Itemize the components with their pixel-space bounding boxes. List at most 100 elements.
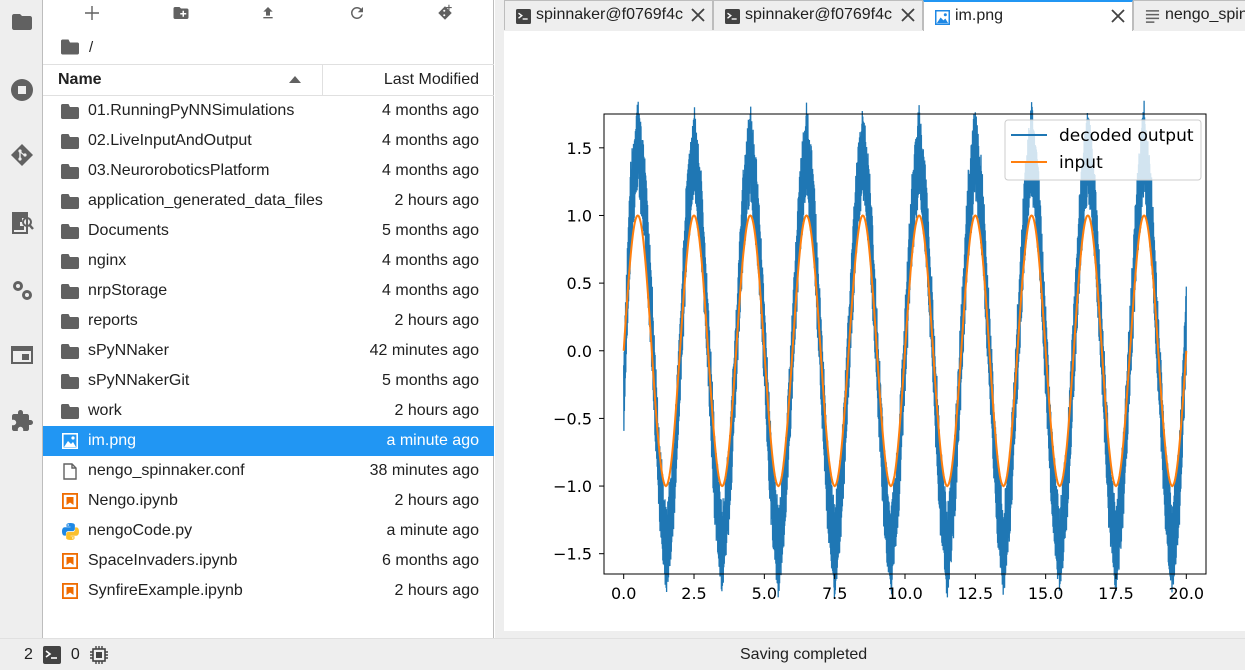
breadcrumb-path[interactable]: / xyxy=(89,39,93,56)
list-item[interactable]: im.png a minute ago xyxy=(43,426,494,456)
list-item[interactable]: sPyNNakerGit 5 months ago xyxy=(43,366,494,396)
settings-icon[interactable] xyxy=(9,277,35,303)
file-name: 03.NeuroroboticsPlatform xyxy=(88,162,270,179)
terminal-count[interactable]: 0 xyxy=(71,646,80,664)
breadcrumb: / xyxy=(61,36,93,58)
jupyterlab-window: / Name Last Modified 01.RunningPyNNSimul… xyxy=(0,0,1245,670)
status-message: Saving completed xyxy=(740,646,868,663)
folder-icon xyxy=(61,132,79,150)
file-name: im.png xyxy=(88,432,137,449)
kernel-count[interactable]: 2 xyxy=(24,646,33,664)
tab-3[interactable]: im.png xyxy=(923,0,1133,31)
property-inspector-icon[interactable] xyxy=(9,210,35,236)
refresh-button[interactable] xyxy=(346,3,368,23)
list-item[interactable]: nengo_spinnaker.conf 38 minutes ago xyxy=(43,456,494,486)
list-item[interactable]: 03.NeuroroboticsPlatform 4 months ago xyxy=(43,156,494,186)
list-item[interactable]: Documents 5 months ago xyxy=(43,216,494,246)
file-list: 01.RunningPyNNSimulations 4 months ago 02.… xyxy=(43,96,494,606)
git-clone-button[interactable] xyxy=(434,3,456,23)
terminal-icon[interactable] xyxy=(42,646,61,664)
sort-ascending-icon xyxy=(289,76,301,83)
list-item[interactable]: nengoCode.py a minute ago xyxy=(43,516,494,546)
last-modified-column-header[interactable]: Last Modified xyxy=(384,65,479,95)
x-tick-label: 5.0 xyxy=(752,584,777,603)
list-item[interactable]: nrpStorage 4 months ago xyxy=(43,276,494,306)
folder-icon xyxy=(61,252,79,270)
y-tick-label: −1.5 xyxy=(553,545,592,564)
file-list-header: Name Last Modified xyxy=(43,64,494,96)
stop-circle-icon[interactable] xyxy=(9,77,35,103)
file-name: nrpStorage xyxy=(88,282,168,299)
x-tick-label: 2.5 xyxy=(681,584,706,603)
file-modified: 4 months ago xyxy=(382,102,479,119)
list-item[interactable]: nginx 4 months ago xyxy=(43,246,494,276)
file-modified: 2 hours ago xyxy=(394,312,479,329)
list-item[interactable]: Nengo.ipynb 2 hours ago xyxy=(43,486,494,516)
folder-icon xyxy=(61,402,79,420)
file-icon xyxy=(61,462,79,480)
list-item[interactable]: SpaceInvaders.ipynb 6 months ago xyxy=(43,546,494,576)
new-folder-button[interactable] xyxy=(170,3,192,23)
folder-icon[interactable] xyxy=(9,9,35,35)
tab-label: im.png xyxy=(955,7,1004,24)
status-bar: 2 0 Saving completed xyxy=(0,638,1245,670)
plot-image: 0.0 2.5 5.0 7.5 10.0 12.5 15.0 17.5 20.0 −1.5 −1.0… xyxy=(553,100,1207,603)
tab-label: nengo_spinnaker.conf xyxy=(1165,6,1245,23)
x-tick-label: 12.5 xyxy=(958,584,994,603)
close-icon[interactable] xyxy=(1110,8,1126,24)
name-column-header[interactable]: Name xyxy=(43,65,323,95)
file-name: application_generated_data_files xyxy=(88,192,323,209)
folder-icon xyxy=(61,192,79,210)
new-folder-icon xyxy=(173,7,189,19)
close-icon[interactable] xyxy=(900,7,916,23)
name-column-label: Name xyxy=(58,71,102,88)
file-name: sPyNNakerGit xyxy=(88,372,190,389)
notebook-icon xyxy=(61,582,79,600)
list-item[interactable]: SynfireExample.ipynb 2 hours ago xyxy=(43,576,494,606)
x-tick-label: 0.0 xyxy=(611,584,636,603)
upload-button[interactable] xyxy=(257,3,279,23)
file-browser-panel: / Name Last Modified 01.RunningPyNNSimul… xyxy=(43,0,494,638)
activity-bar xyxy=(0,0,43,638)
tab-4[interactable]: nengo_spinnaker.conf xyxy=(1133,0,1245,30)
file-name: nginx xyxy=(88,252,127,269)
terminal-icon xyxy=(724,8,740,24)
folder-icon xyxy=(61,312,79,330)
folder-icon[interactable] xyxy=(61,39,79,55)
file-modified: 2 hours ago xyxy=(394,582,479,599)
file-modified: 5 months ago xyxy=(382,372,479,389)
list-item[interactable]: 01.RunningPyNNSimulations 4 months ago xyxy=(43,96,494,126)
folder-icon xyxy=(61,162,79,180)
file-browser-toolbar xyxy=(43,0,494,28)
memory-chip-icon[interactable] xyxy=(89,646,108,664)
list-item[interactable]: 02.LiveInputAndOutput 4 months ago xyxy=(43,126,494,156)
file-modified: 2 hours ago xyxy=(394,192,479,209)
image-viewer: 0.0 2.5 5.0 7.5 10.0 12.5 15.0 17.5 20.0 −1.5 −1.0… xyxy=(504,31,1245,631)
tab-2[interactable]: spinnaker@f0769f4c xyxy=(713,0,923,30)
list-item[interactable]: reports 2 hours ago xyxy=(43,306,494,336)
y-tick-label: 0.5 xyxy=(567,274,592,293)
tab-1[interactable]: spinnaker@f0769f4c xyxy=(504,0,713,30)
file-modified: 4 months ago xyxy=(382,162,479,179)
image-icon xyxy=(61,432,79,450)
list-item[interactable]: application_generated_data_files 2 hours … xyxy=(43,186,494,216)
extension-icon[interactable] xyxy=(9,408,35,434)
plus-icon xyxy=(85,6,99,20)
y-tick-label: 1.0 xyxy=(567,206,592,225)
tab-label: spinnaker@f0769f4c xyxy=(745,6,892,23)
file-modified: 38 minutes ago xyxy=(369,462,479,479)
list-item[interactable]: sPyNNaker 42 minutes ago xyxy=(43,336,494,366)
tabs-icon[interactable] xyxy=(9,342,35,368)
file-name: Documents xyxy=(88,222,169,239)
close-icon[interactable] xyxy=(690,7,706,23)
git-icon[interactable] xyxy=(9,142,35,168)
list-item[interactable]: work 2 hours ago xyxy=(43,396,494,426)
file-name: work xyxy=(88,402,122,419)
file-modified: a minute ago xyxy=(386,522,479,539)
new-launcher-button[interactable] xyxy=(81,3,103,23)
main-dock-area: spinnaker@f0769f4c spinnaker@f0769f4c im.p… xyxy=(495,0,1245,638)
folder-icon xyxy=(61,222,79,240)
file-name: sPyNNaker xyxy=(88,342,169,359)
file-name: nengoCode.py xyxy=(88,522,193,539)
tab-label: spinnaker@f0769f4c xyxy=(536,6,683,23)
